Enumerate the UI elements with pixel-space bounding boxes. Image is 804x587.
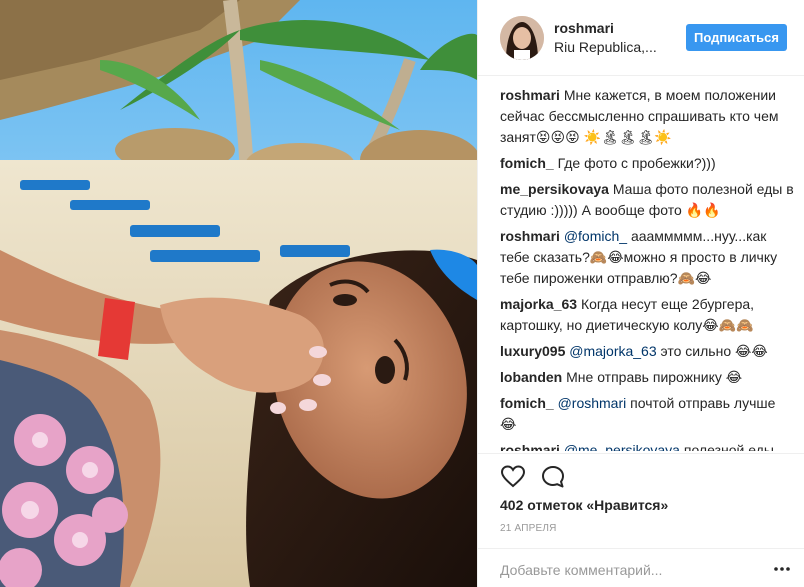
heart-icon[interactable] xyxy=(500,464,526,490)
post-date[interactable]: 21 АПРЕЛЯ xyxy=(500,523,557,534)
more-dots-icon[interactable] xyxy=(774,562,790,576)
comment-text: Где фото с пробежки?))) xyxy=(557,155,716,171)
comment-username[interactable]: majorka_63 xyxy=(500,296,577,312)
comments-list: roshmari Мне кажется, в моем положении с… xyxy=(500,85,795,451)
avatar-image xyxy=(500,15,544,60)
comment-bubble-icon[interactable] xyxy=(540,464,566,490)
comment-mention[interactable]: @majorka_63 xyxy=(569,343,656,359)
post-header: roshmari Riu Republica,... Подписаться xyxy=(478,0,804,76)
action-bar xyxy=(478,453,804,503)
comment-item: me_persikovaya Маша фото полезной еды в … xyxy=(500,179,795,221)
post-sidebar: roshmari Riu Republica,... Подписаться r… xyxy=(477,0,804,587)
comment-username[interactable]: fomich_ xyxy=(500,155,554,171)
likes-count[interactable]: 402 отметок «Нравится» xyxy=(500,497,668,513)
comment-username[interactable]: roshmari xyxy=(500,228,560,244)
comment-item: lobanden Мне отправь пирожнику 😂 xyxy=(500,367,795,388)
post-photo[interactable] xyxy=(0,0,477,587)
comment-text: Мне отправь пирожнику 😂 xyxy=(566,369,743,385)
follow-button[interactable]: Подписаться xyxy=(685,24,787,51)
comment-item: fomich_ @roshmari почтой отправь лучше 😂 xyxy=(500,393,795,435)
comment-item: luxury095 @majorka_63 это сильно 😂😂 xyxy=(500,341,795,362)
comment-input[interactable] xyxy=(500,560,750,580)
instagram-post: roshmari Riu Republica,... Подписаться r… xyxy=(0,0,804,587)
comment-username[interactable]: roshmari xyxy=(500,442,560,451)
comment-item: fomich_ Где фото с пробежки?))) xyxy=(500,153,795,174)
comment-username[interactable]: fomich_ xyxy=(500,395,554,411)
comment-text: это сильно 😂😂 xyxy=(660,343,768,359)
comment-username[interactable]: luxury095 xyxy=(500,343,565,359)
comment-item: majorka_63 Когда несут еще 2бургера, кар… xyxy=(500,294,795,336)
avatar[interactable] xyxy=(500,15,544,60)
add-comment-section xyxy=(478,548,804,587)
comment-mention[interactable]: @me_persikovaya xyxy=(564,442,680,451)
comment-username[interactable]: me_persikovaya xyxy=(500,181,609,197)
comment-username[interactable]: lobanden xyxy=(500,369,562,385)
beach-selfie-image xyxy=(0,0,477,587)
comment-mention[interactable]: @roshmari xyxy=(558,395,627,411)
comment-item: roshmari @me_persikovaya полезной еды не… xyxy=(500,440,795,451)
comment-item: roshmari @fomich_ аааммммм...нуу...как т… xyxy=(500,226,795,289)
comment-item: roshmari Мне кажется, в моем положении с… xyxy=(500,85,795,148)
comment-mention[interactable]: @fomich_ xyxy=(564,228,627,244)
comment-username[interactable]: roshmari xyxy=(500,87,560,103)
